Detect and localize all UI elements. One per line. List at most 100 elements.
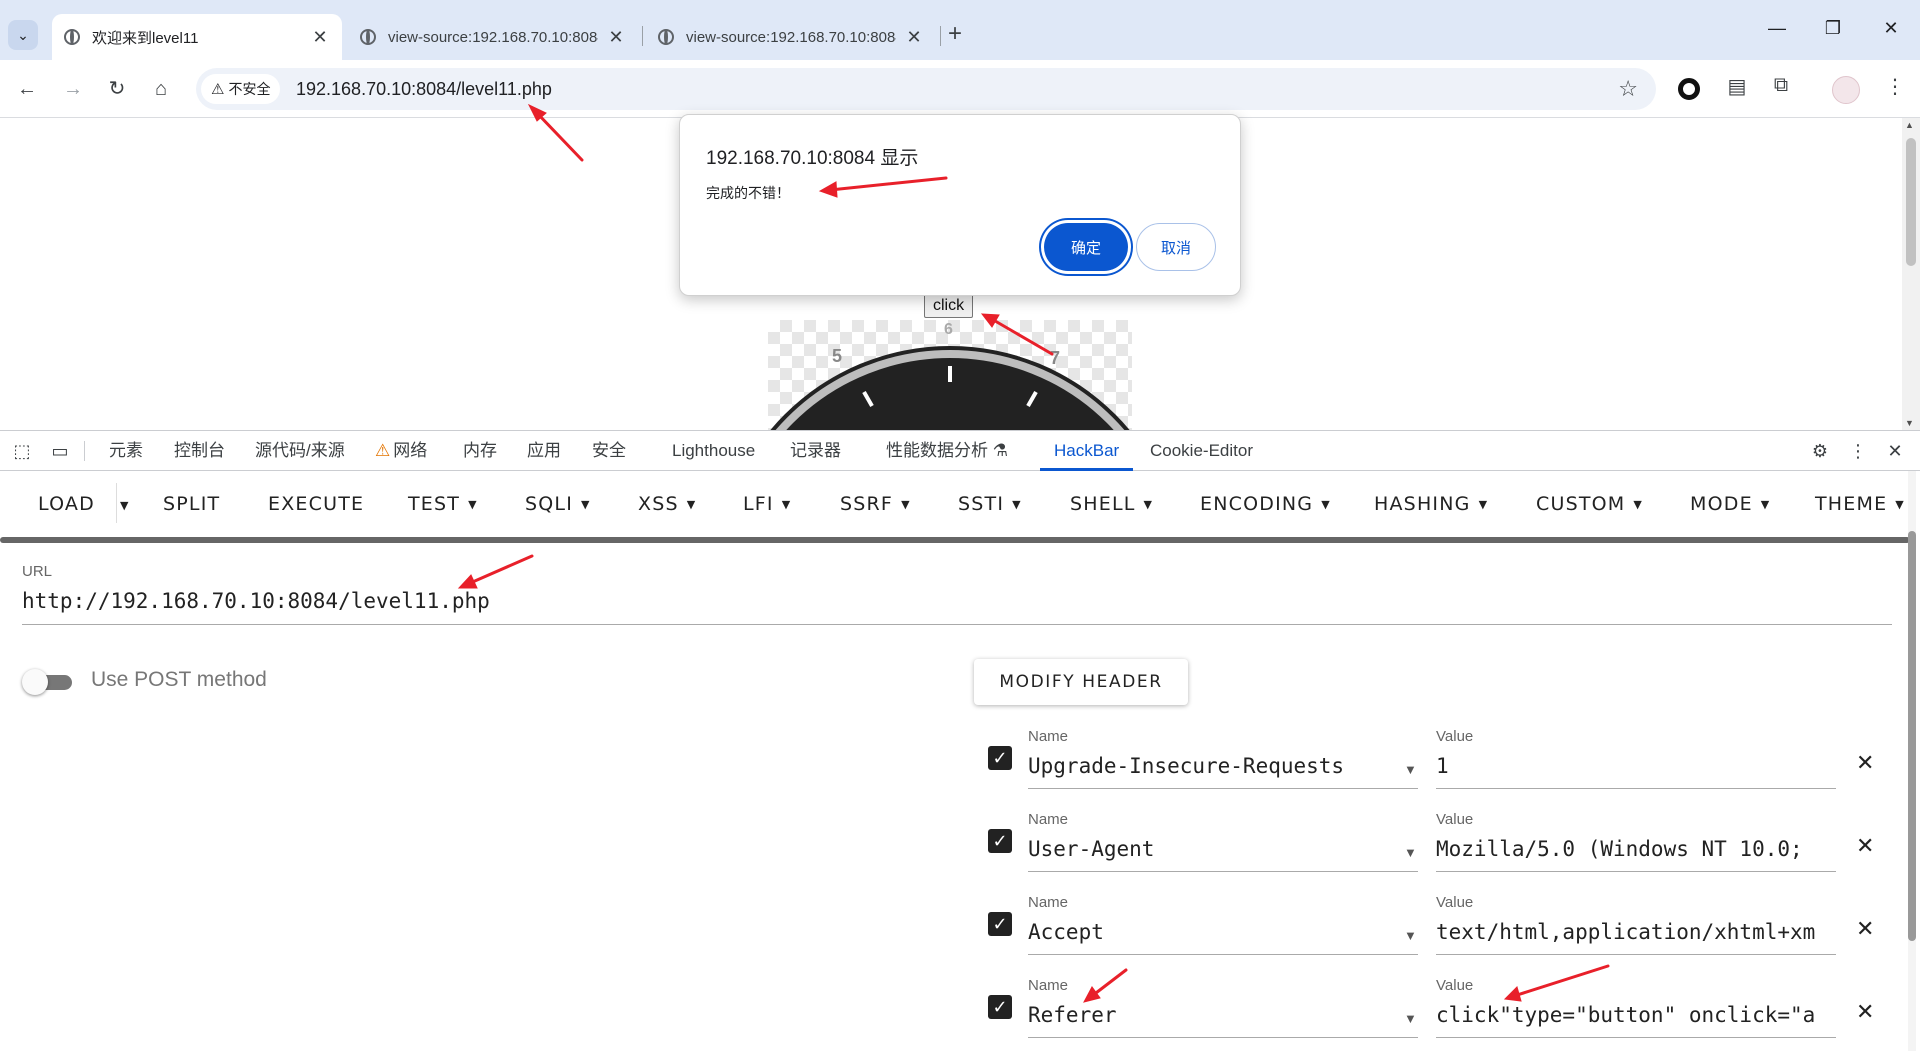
hackbar-sqli-menu[interactable]: SQLI ▼ (525, 493, 591, 515)
tab-close-icon[interactable]: ✕ (606, 27, 626, 48)
dialog-cancel-button[interactable]: 取消 (1136, 223, 1216, 271)
back-button[interactable]: ← (12, 74, 42, 104)
tab-view-source-2[interactable]: view-source:192.168.70.10:8084 ✕ (646, 14, 936, 60)
tab-network[interactable]: ⚠ 网络 (375, 431, 427, 471)
hackbar-xss-menu[interactable]: XSS ▼ (638, 493, 696, 515)
header-name-field[interactable]: Upgrade-Insecure-Requests (1028, 754, 1398, 778)
header-enabled-checkbox[interactable]: ✓ (988, 746, 1012, 770)
tab-cookie-editor[interactable]: Cookie-Editor (1150, 431, 1253, 471)
header-enabled-checkbox[interactable]: ✓ (988, 912, 1012, 936)
header-name-label: Name (1028, 977, 1069, 994)
url-field-underline (22, 624, 1892, 625)
header-value-field[interactable]: click"type="button" onclick="a (1436, 1003, 1834, 1027)
site-info-chip[interactable]: ⚠ 不安全 (201, 74, 281, 104)
tab-application[interactable]: 应用 (527, 431, 561, 471)
url-field[interactable]: http://192.168.70.10:8084/level11.php (22, 589, 490, 613)
load-dropdown-caret[interactable]: ▼ (120, 499, 130, 512)
inspect-element-icon[interactable]: ⬚ (10, 441, 34, 462)
hackbar-horizontal-scrollbar[interactable] (0, 537, 1910, 543)
tab-console[interactable]: 控制台 (174, 431, 225, 471)
devtools-close-icon[interactable]: ✕ (1883, 441, 1907, 462)
tab-performance-insights[interactable]: 性能数据分析 ⚗ (886, 431, 1008, 471)
devtools-menu-icon[interactable]: ⋮ (1846, 441, 1870, 462)
post-method-toggle[interactable] (22, 669, 74, 695)
hackbar-test-menu[interactable]: TEST ▼ (408, 493, 478, 515)
menu-label: SQLI (525, 493, 574, 515)
tab-sources[interactable]: 源代码/来源 (255, 431, 345, 471)
header-enabled-checkbox[interactable]: ✓ (988, 995, 1012, 1019)
remove-header-icon[interactable]: ✕ (1856, 750, 1874, 776)
hackbar-load-button[interactable]: LOAD (38, 493, 95, 515)
dialog-ok-button[interactable]: 确定 (1044, 223, 1128, 271)
tab-title: view-source:192.168.70.10:8084 (388, 28, 598, 46)
extensions-puzzle-icon[interactable]: ⧉ (1766, 74, 1796, 97)
scrollbar-thumb[interactable] (1908, 531, 1916, 941)
remove-header-icon[interactable]: ✕ (1856, 916, 1874, 942)
tab-level11[interactable]: 欢迎来到level11 ✕ (52, 14, 342, 60)
hackbar-ssrf-menu[interactable]: SSRF ▼ (840, 493, 911, 515)
settings-gear-icon[interactable]: ⚙ (1808, 441, 1832, 462)
hackbar-mode-menu[interactable]: MODE ▼ (1690, 493, 1770, 515)
hackbar-split-button[interactable]: SPLIT (163, 493, 220, 515)
scrollbar-thumb[interactable] (1906, 138, 1916, 266)
header-value-field[interactable]: 1 (1436, 754, 1834, 778)
address-text[interactable]: 192.168.70.10:8084/level11.php (296, 79, 552, 100)
hackbar-ssti-menu[interactable]: SSTI ▼ (958, 493, 1022, 515)
tab-elements[interactable]: 元素 (109, 431, 143, 471)
dropdown-caret-icon[interactable]: ▼ (1404, 1011, 1417, 1026)
tab-lighthouse[interactable]: Lighthouse (672, 431, 755, 471)
click-button[interactable]: click (924, 294, 974, 318)
tab-search-button[interactable]: ⌄ (8, 20, 38, 50)
new-tab-button[interactable]: + (948, 20, 962, 48)
gauge-graphic: 5 6 7 (770, 321, 1130, 430)
hackbar-vertical-scrollbar[interactable] (1908, 471, 1916, 1051)
header-name-field[interactable]: Accept (1028, 920, 1398, 944)
hackbar-hashing-menu[interactable]: HASHING ▼ (1374, 493, 1488, 515)
header-value-field[interactable]: Mozilla/5.0 (Windows NT 10.0; (1436, 837, 1834, 861)
header-value-field[interactable]: text/html,application/xhtml+xm (1436, 920, 1834, 944)
header-name-field[interactable]: Referer (1028, 1003, 1398, 1027)
hackbar-encoding-menu[interactable]: ENCODING ▼ (1200, 493, 1331, 515)
device-toolbar-icon[interactable]: ▭ (48, 441, 72, 462)
extension-bars-icon[interactable]: ▤ (1722, 74, 1752, 99)
header-name-field[interactable]: User-Agent (1028, 837, 1398, 861)
post-method-label: Use POST method (91, 668, 267, 691)
hackbar-lfi-menu[interactable]: LFI ▼ (743, 493, 791, 515)
tab-close-icon[interactable]: ✕ (904, 27, 924, 48)
dropdown-caret-icon[interactable]: ▼ (1404, 845, 1417, 860)
scroll-up-icon[interactable]: ▲ (1905, 120, 1914, 130)
dropdown-caret-icon[interactable]: ▼ (1404, 928, 1417, 943)
minimize-button[interactable]: — (1754, 18, 1800, 39)
hackbar-theme-menu[interactable]: THEME ▼ (1815, 493, 1905, 515)
remove-header-icon[interactable]: ✕ (1856, 833, 1874, 859)
close-window-button[interactable]: ✕ (1868, 18, 1914, 39)
header-enabled-checkbox[interactable]: ✓ (988, 829, 1012, 853)
page-scrollbar[interactable]: ▲ ▼ (1902, 118, 1920, 430)
gauge-label-5: 5 (832, 346, 842, 366)
profile-avatar[interactable] (1832, 76, 1860, 104)
hackbar-shell-menu[interactable]: SHELL ▼ (1070, 493, 1153, 515)
modify-header-button[interactable]: MODIFY HEADER (974, 659, 1188, 705)
forward-button[interactable]: → (58, 74, 88, 104)
restore-button[interactable]: ❐ (1810, 18, 1856, 39)
hackbar-execute-button[interactable]: EXECUTE (268, 493, 364, 515)
tab-hackbar[interactable]: HackBar (1040, 431, 1134, 471)
kebab-menu-icon[interactable]: ⋮ (1880, 74, 1910, 99)
tab-memory[interactable]: 内存 (463, 431, 497, 471)
tab-view-source-1[interactable]: view-source:192.168.70.10:8084 ✕ (348, 14, 638, 60)
extension-circle-icon[interactable] (1678, 78, 1700, 100)
reload-button[interactable]: ↻ (102, 74, 132, 104)
dropdown-caret-icon[interactable]: ▼ (1404, 762, 1417, 777)
bookmark-star-icon[interactable]: ☆ (1618, 76, 1638, 102)
scroll-down-icon[interactable]: ▼ (1905, 418, 1914, 428)
tab-recorder[interactable]: 记录器 (790, 431, 841, 471)
home-button[interactable]: ⌂ (146, 74, 176, 104)
caret-down-icon: ▼ (1760, 498, 1771, 511)
remove-header-icon[interactable]: ✕ (1856, 999, 1874, 1025)
address-bar[interactable]: ⚠ 不安全 192.168.70.10:8084/level11.php ☆ (196, 68, 1656, 110)
hackbar-custom-menu[interactable]: CUSTOM ▼ (1536, 493, 1643, 515)
hackbar-divider (116, 483, 117, 523)
tab-close-icon[interactable]: ✕ (310, 27, 330, 48)
tab-security[interactable]: 安全 (592, 431, 626, 471)
header-row: ✓ Name User-Agent ▼ Value Mozilla/5.0 (W… (986, 811, 1876, 877)
